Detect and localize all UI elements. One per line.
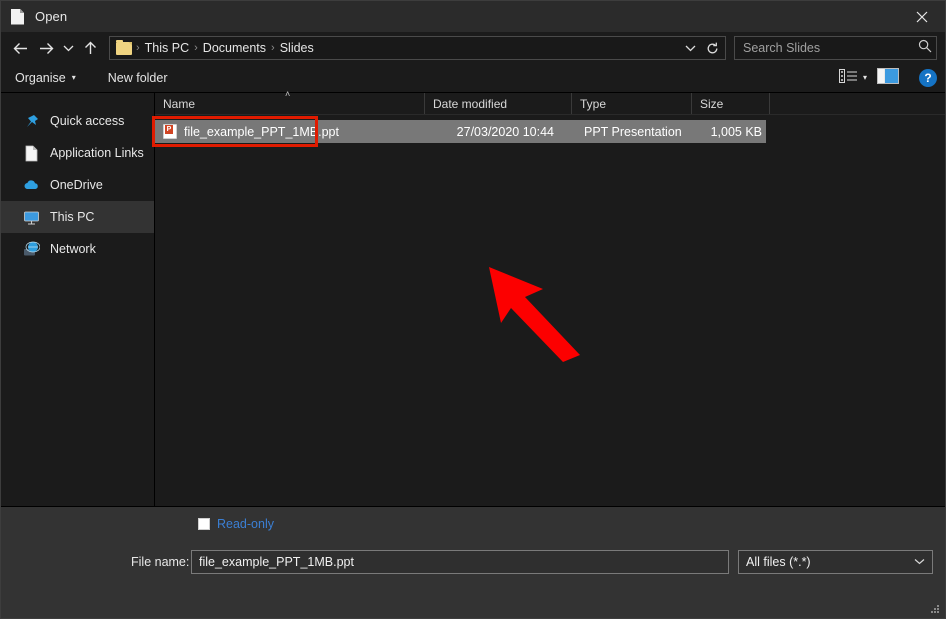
column-header-row: Name ˄ Date modified Type Size [155,89,945,115]
sidebar-item-onedrive[interactable]: OneDrive [1,169,154,201]
document-icon [23,145,40,162]
file-list: file_example_PPT_1MB.ppt 27/03/2020 10:4… [152,115,945,506]
address-bar[interactable]: › This PC › Documents › Slides [109,36,726,60]
help-button[interactable]: ? [919,69,937,87]
close-icon[interactable] [899,1,945,32]
view-layout-icon [838,68,858,88]
file-name-cell: file_example_PPT_1MB.ppt [155,124,425,139]
sort-ascending-icon: ˄ [285,89,291,99]
file-size-cell: 1,005 KB [710,124,762,139]
chevron-down-icon [914,557,925,567]
navigation-bar: › This PC › Documents › Slides [1,32,945,64]
read-only-label: Read-only [217,517,274,531]
back-arrow-icon[interactable] [7,35,33,61]
read-only-checkbox[interactable] [198,518,210,530]
file-type-filter-value: All files (*.*) [746,555,811,569]
folder-icon [116,39,132,55]
sidebar-item-label: Quick access [50,114,125,128]
breadcrumb-this-pc[interactable]: This PC [141,41,193,55]
titlebar: Open [1,1,945,32]
view-layout-button[interactable]: ▾ [835,67,871,89]
dialog-footer: Read-only File name: All files (*.*) Ver… [1,506,945,618]
sidebar-item-quick-access[interactable]: Quick access [1,105,154,137]
column-header-size[interactable]: Size [692,93,770,114]
document-icon [11,8,27,25]
open-file-dialog: Open › This PC › Documents › Slides Sear… [0,0,946,619]
up-arrow-icon[interactable] [77,35,103,61]
column-header-filler [770,93,945,114]
dialog-title: Open [35,9,68,24]
sidebar-item-label: OneDrive [50,178,103,192]
computer-icon [23,209,40,226]
navigation-sidebar: Quick access Application Links OneDrive … [1,93,155,506]
forward-arrow-icon[interactable] [33,35,59,61]
read-only-option[interactable]: Read-only [198,517,274,531]
breadcrumb-slides[interactable]: Slides [276,41,318,55]
command-bar: Organise ▾ New folder ▾ ? [1,64,945,93]
arrow-pointing-to-file [489,267,580,362]
new-folder-button[interactable]: New folder [108,64,178,92]
file-type-filter-dropdown[interactable]: All files (*.*) [738,550,933,574]
refresh-icon[interactable] [701,37,723,59]
table-row[interactable]: file_example_PPT_1MB.ppt 27/03/2020 10:4… [155,120,766,143]
organise-label: Organise [15,71,66,85]
column-header-label: Type [580,96,607,111]
chevron-down-icon: ▾ [862,73,867,82]
pin-star-icon [23,113,40,130]
address-chevron-down-icon[interactable] [679,37,701,59]
sidebar-item-label: Network [50,242,96,256]
new-folder-label: New folder [107,71,168,85]
sidebar-item-application-links[interactable]: Application Links [1,137,154,169]
chevron-down-icon: ▾ [71,73,76,82]
dialog-body: Quick access Application Links OneDrive … [1,89,945,506]
column-header-date-modified[interactable]: Date modified [425,93,572,114]
column-header-label: Size [700,96,724,111]
preview-pane-icon [877,67,899,89]
search-input[interactable] [743,41,918,55]
sidebar-item-network[interactable]: Network [1,233,154,265]
search-box[interactable] [734,36,937,60]
column-header-name[interactable]: Name ˄ [155,89,425,114]
search-icon [918,39,932,58]
preview-pane-button[interactable] [873,67,903,89]
powerpoint-file-icon [163,124,177,139]
column-header-label: Name [163,96,196,111]
file-date-cell: 27/03/2020 10:44 [456,124,554,139]
file-list-pane: Name ˄ Date modified Type Size P file_ex… [152,89,945,506]
column-header-label: Date modified [433,96,508,111]
breadcrumb-documents[interactable]: Documents [199,41,270,55]
file-name-input[interactable] [191,550,729,574]
file-type-cell: PPT Presentation [584,124,682,139]
sidebar-item-label: This PC [50,210,95,224]
cloud-icon [23,177,40,194]
file-name-label: file_example_PPT_1MB.ppt [184,124,339,139]
organise-button[interactable]: Organise ▾ [15,64,86,92]
sidebar-item-this-pc[interactable]: This PC [1,201,154,233]
column-header-type[interactable]: Type [572,93,692,114]
sidebar-item-label: Application Links [50,146,144,160]
recent-locations-chevron-down-icon[interactable] [59,35,77,61]
resize-grip-icon[interactable] [929,603,941,615]
network-globe-icon [23,241,41,258]
file-name-label: File name: [131,555,190,569]
